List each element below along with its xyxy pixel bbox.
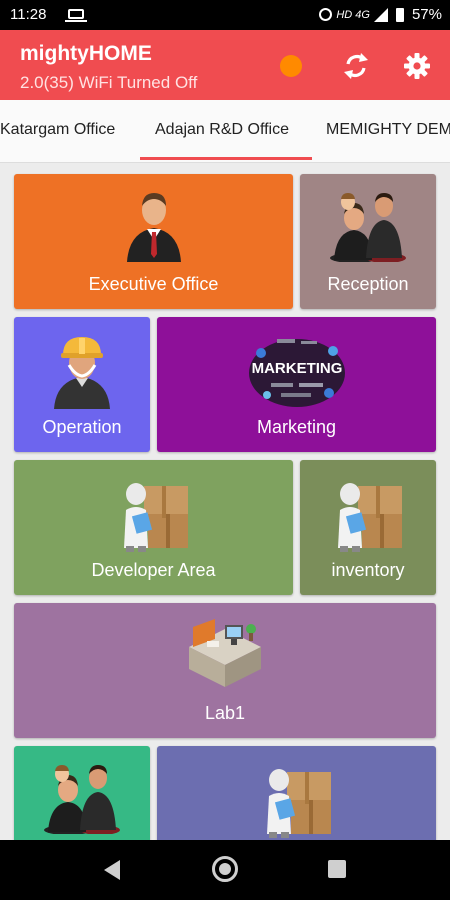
settings-gear-icon[interactable] xyxy=(403,52,431,80)
app-title: mightyHOME xyxy=(20,42,152,65)
tab-adajan-rd-office[interactable]: Adajan R&D Office xyxy=(155,121,289,139)
businessman-icon xyxy=(126,193,181,262)
room-name: Lab1 xyxy=(204,703,246,723)
room-grid: Executive Office Reception Operation MAR… xyxy=(0,163,450,840)
refresh-icon[interactable] xyxy=(340,50,372,82)
home-icon[interactable] xyxy=(212,856,238,882)
network-type: HD 4G xyxy=(336,8,370,21)
room-tile-marketing[interactable]: MARKETING Marketing xyxy=(157,317,436,452)
system-navigation-bar xyxy=(0,840,450,900)
marketing-image-text: MARKETING xyxy=(251,360,342,377)
battery-percentage: 57% xyxy=(411,6,442,23)
app-subtitle: 2.0(35) WiFi Turned Off xyxy=(20,73,198,92)
meeting-people-icon xyxy=(330,193,406,262)
room-name: Marketing xyxy=(256,417,337,437)
room-tile-partial-right[interactable] xyxy=(157,746,436,840)
status-bar: 11:28 HD 4G 57% xyxy=(0,0,450,30)
desk-workstation-icon xyxy=(189,619,261,687)
worker-with-boxes-icon xyxy=(123,483,188,552)
connection-status-dot xyxy=(280,55,302,77)
tab-katargam-office[interactable]: Katargam Office xyxy=(0,121,115,139)
selected-tab-indicator xyxy=(140,157,312,160)
alarm-icon xyxy=(319,8,333,21)
tab-memighty-demo[interactable]: MEMIGHTY DEM xyxy=(326,121,450,139)
marketing-word-cloud-icon: MARKETING xyxy=(248,339,345,407)
room-tile-lab1[interactable]: Lab1 xyxy=(14,603,436,738)
room-name: Operation xyxy=(42,417,122,437)
room-tile-inventory[interactable]: inventory xyxy=(300,460,436,595)
room-name: Reception xyxy=(327,274,409,294)
back-icon[interactable] xyxy=(104,860,120,880)
room-name: inventory xyxy=(331,560,405,580)
recent-apps-icon[interactable] xyxy=(328,860,346,878)
room-name: Executive Office xyxy=(88,274,219,294)
worker-with-boxes-icon xyxy=(266,769,331,838)
clock: 11:28 xyxy=(10,6,47,23)
app-bar: mightyHOME 2.0(35) WiFi Turned Off xyxy=(0,30,450,100)
room-tile-operation[interactable]: Operation xyxy=(14,317,150,452)
worker-with-boxes-icon xyxy=(338,483,402,552)
room-tile-developer-area[interactable]: Developer Area xyxy=(14,460,293,595)
laptop-icon xyxy=(65,9,87,22)
room-tile-reception[interactable]: Reception xyxy=(300,174,436,309)
room-name: Developer Area xyxy=(91,560,216,580)
room-tile-executive-office[interactable]: Executive Office xyxy=(14,174,293,309)
engineer-icon xyxy=(54,337,110,409)
status-icons: HD 4G 57% xyxy=(319,6,442,23)
battery-icon xyxy=(395,7,404,22)
meeting-people-icon xyxy=(44,765,120,834)
office-tabs: Katargam Office Adajan R&D Office MEMIGH… xyxy=(0,100,450,163)
signal-icon xyxy=(373,7,388,22)
room-tile-partial-left[interactable] xyxy=(14,746,150,840)
